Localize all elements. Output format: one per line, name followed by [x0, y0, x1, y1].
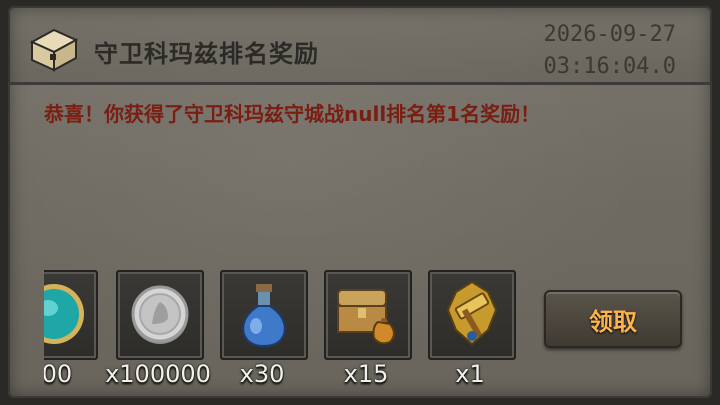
reward-quantity: x30 [239, 360, 285, 388]
mail-time: 03:16:04.0 [543, 54, 676, 79]
reward-slot[interactable] [44, 270, 98, 360]
silver-coin-icon [131, 285, 189, 344]
claim-button[interactable]: 领取 [544, 290, 682, 348]
reward-slot[interactable] [116, 270, 204, 360]
treasure-chest-icon [29, 28, 79, 72]
congratulation-message: 恭喜！你获得了守卫科玛兹守城战null排名第1名奖励！ [44, 102, 541, 126]
reward-slot[interactable] [428, 270, 516, 360]
reward-list: 00000 x100000 x30 x15 [44, 270, 524, 390]
reward-quantity: x15 [343, 360, 389, 388]
reward-slot[interactable] [324, 270, 412, 360]
gold-hammer-emblem-icon [446, 280, 498, 346]
page-title: 守卫科玛兹排名奖励 [94, 40, 319, 68]
reward-quantity: 00000 [44, 360, 73, 388]
blue-potion-icon [242, 284, 286, 348]
reward-quantity: x1 [455, 360, 485, 388]
turquoise-gem-icon [44, 284, 84, 344]
mail-date: 2026-09-27 [543, 22, 676, 47]
reward-quantity: x100000 [105, 360, 211, 388]
treasure-chest-bag-icon [337, 289, 395, 345]
reward-slot[interactable] [220, 270, 308, 360]
